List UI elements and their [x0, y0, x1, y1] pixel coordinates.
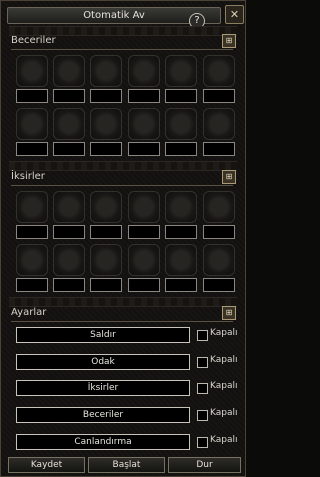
potion-slot[interactable] [53, 191, 85, 223]
potion-slot-key[interactable] [16, 278, 48, 292]
skill-slot-key[interactable] [203, 89, 235, 103]
potion-slot-key[interactable] [128, 278, 160, 292]
revive-button[interactable]: Canlandırma [16, 434, 190, 450]
skill-slot-key[interactable] [16, 89, 48, 103]
skill-slot-key[interactable] [53, 89, 85, 103]
start-button[interactable]: Başlat [88, 457, 165, 473]
skill-slot-key[interactable] [165, 142, 197, 156]
window-title-text: Otomatik Av [83, 10, 145, 21]
potions-button[interactable]: İksirler [16, 380, 190, 396]
section-label: Beceriler [11, 35, 56, 46]
divider [9, 297, 237, 307]
focus-checkbox[interactable] [197, 357, 208, 368]
potion-slot-key[interactable] [203, 225, 235, 239]
potion-slot[interactable] [203, 244, 235, 276]
skills-status: Kapalı [210, 408, 238, 418]
section-header-settings: Ayarlar ⊞ [11, 306, 236, 322]
stop-button[interactable]: Dur [168, 457, 241, 473]
auto-hunt-window: Otomatik Av ? ✕ Beceriler ⊞ İksirler ⊞ A… [0, 0, 246, 477]
skill-slot-key[interactable] [90, 142, 122, 156]
toggle-icon[interactable]: ⊞ [222, 34, 236, 48]
toggle-icon[interactable]: ⊞ [222, 170, 236, 184]
skill-slot-key[interactable] [128, 89, 160, 103]
potions-status: Kapalı [210, 381, 238, 391]
skill-slot[interactable] [203, 108, 235, 140]
potion-slot-key[interactable] [90, 278, 122, 292]
potion-slot-key[interactable] [16, 225, 48, 239]
attack-status: Kapalı [210, 328, 238, 338]
skill-slot[interactable] [53, 55, 85, 87]
potion-slot-key[interactable] [203, 278, 235, 292]
potion-slot[interactable] [16, 191, 48, 223]
skill-slot[interactable] [90, 108, 122, 140]
potion-slot[interactable] [165, 244, 197, 276]
skill-slot[interactable] [128, 55, 160, 87]
focus-button[interactable]: Odak [16, 354, 190, 370]
potion-slot[interactable] [90, 191, 122, 223]
potion-slot-key[interactable] [53, 278, 85, 292]
skill-slot-key[interactable] [128, 142, 160, 156]
skill-slot[interactable] [53, 108, 85, 140]
section-label: Ayarlar [11, 307, 47, 318]
skill-slot[interactable] [90, 55, 122, 87]
skill-slot[interactable] [203, 55, 235, 87]
skill-slot[interactable] [128, 108, 160, 140]
close-icon[interactable]: ✕ [225, 5, 244, 24]
skill-slot-key[interactable] [203, 142, 235, 156]
skill-slot-key[interactable] [53, 142, 85, 156]
skill-slot[interactable] [16, 55, 48, 87]
potion-slot[interactable] [165, 191, 197, 223]
skill-slot[interactable] [16, 108, 48, 140]
section-label: İksirler [11, 171, 45, 182]
revive-checkbox[interactable] [197, 437, 208, 448]
potion-slot-key[interactable] [53, 225, 85, 239]
skill-slot[interactable] [165, 55, 197, 87]
toggle-icon[interactable]: ⊞ [222, 306, 236, 320]
potion-slot[interactable] [128, 244, 160, 276]
attack-checkbox[interactable] [197, 330, 208, 341]
attack-button[interactable]: Saldır [16, 327, 190, 343]
skill-slot-key[interactable] [165, 89, 197, 103]
skill-slot-key[interactable] [16, 142, 48, 156]
potion-slot-key[interactable] [165, 225, 197, 239]
potion-slot-key[interactable] [128, 225, 160, 239]
skill-slot[interactable] [165, 108, 197, 140]
potion-slot-key[interactable] [90, 225, 122, 239]
window-title: Otomatik Av ? [7, 7, 221, 29]
focus-status: Kapalı [210, 355, 238, 365]
section-header-skills: Beceriler ⊞ [11, 34, 236, 50]
potion-slot[interactable] [53, 244, 85, 276]
potions-checkbox[interactable] [197, 383, 208, 394]
potion-slot[interactable] [90, 244, 122, 276]
skill-slot-key[interactable] [90, 89, 122, 103]
skills-button[interactable]: Beceriler [16, 407, 190, 423]
save-button[interactable]: Kaydet [8, 457, 85, 473]
potion-slot-key[interactable] [165, 278, 197, 292]
potion-slot[interactable] [128, 191, 160, 223]
potion-slot[interactable] [203, 191, 235, 223]
potion-slot[interactable] [16, 244, 48, 276]
section-header-potions: İksirler ⊞ [11, 170, 236, 186]
divider [9, 161, 237, 171]
skills-checkbox[interactable] [197, 410, 208, 421]
revive-status: Kapalı [210, 435, 238, 445]
